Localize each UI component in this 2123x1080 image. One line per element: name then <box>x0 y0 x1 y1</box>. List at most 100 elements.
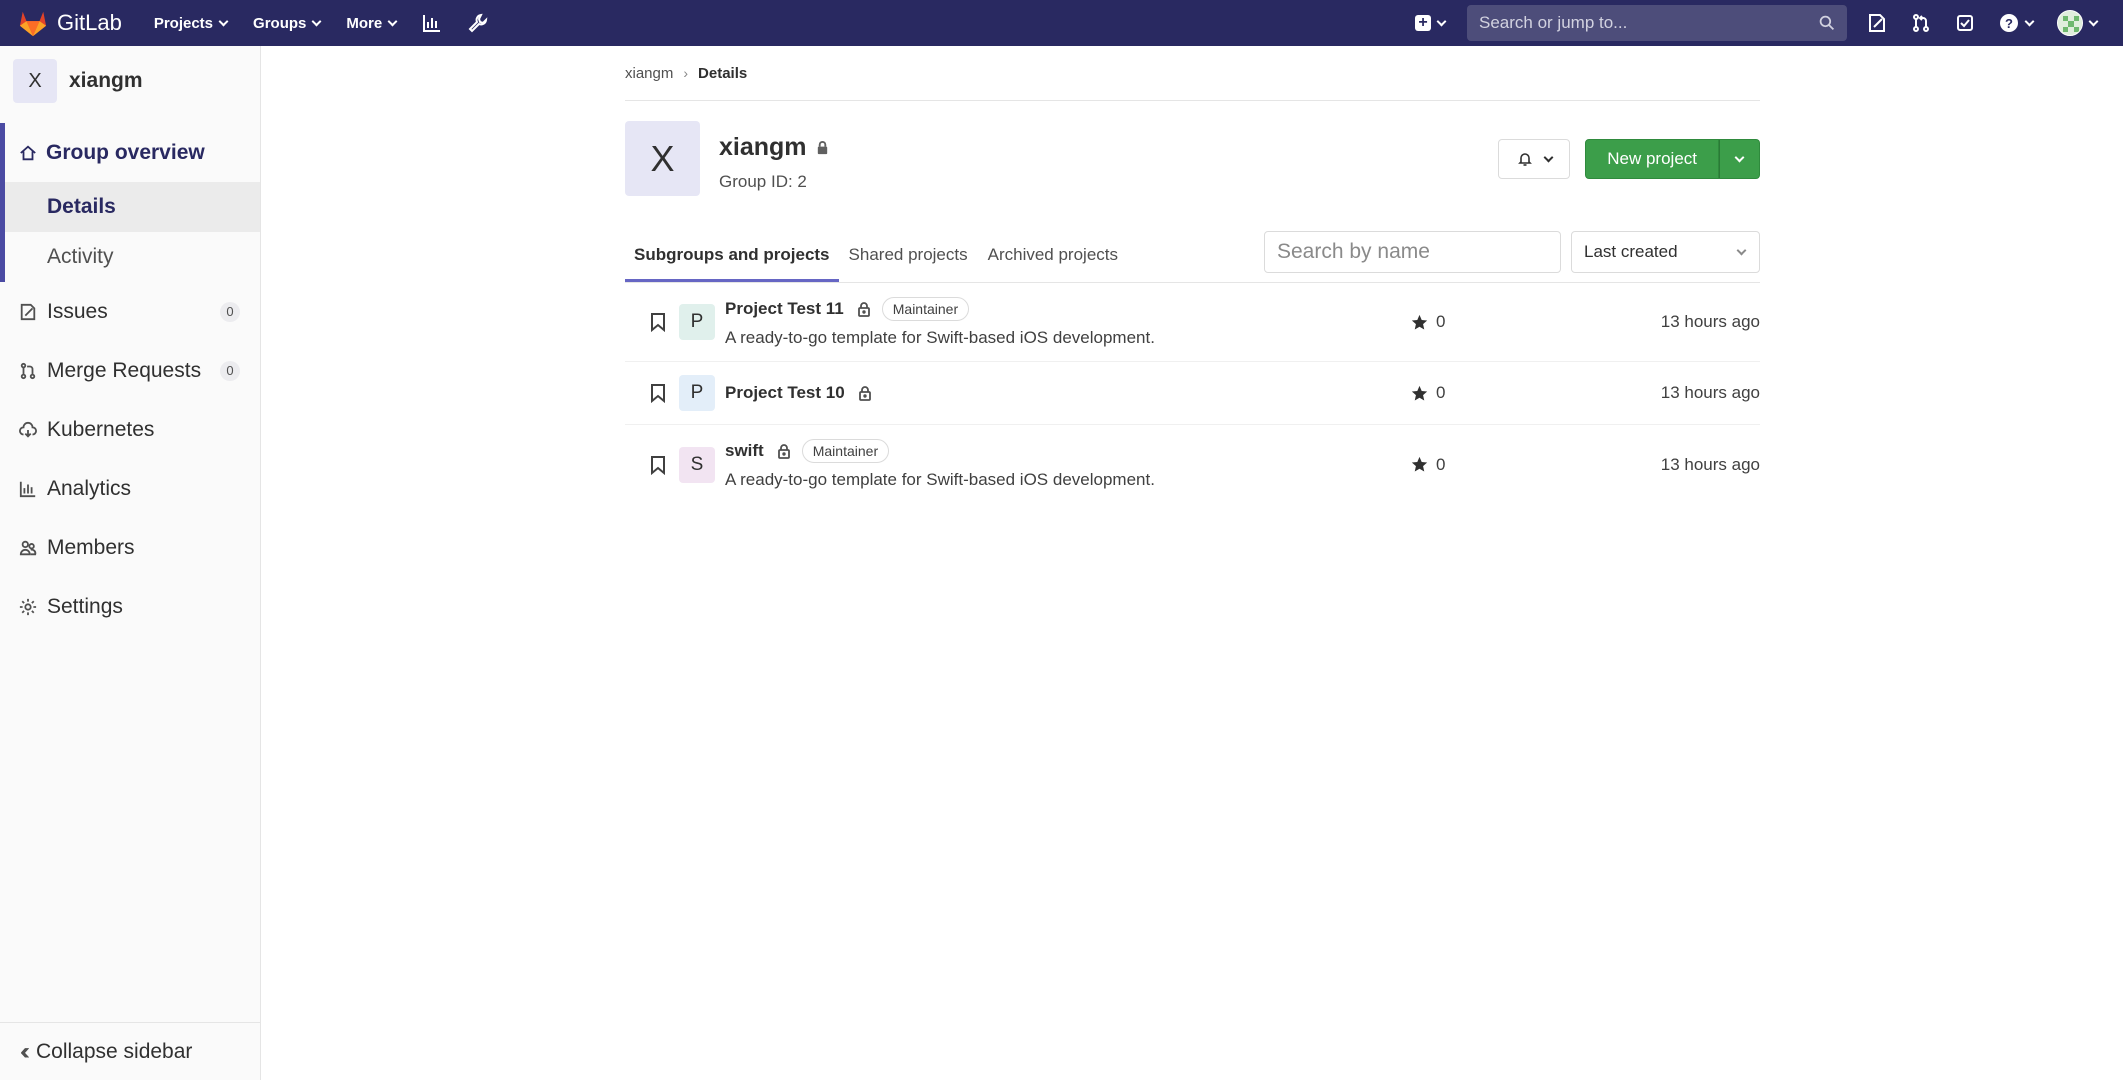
todo-icon[interactable] <box>1955 13 1975 33</box>
chevron-down-icon <box>218 16 229 26</box>
chevron-down-icon <box>1436 16 1447 26</box>
chevron-down-icon <box>2024 16 2035 26</box>
nav-groups-dropdown[interactable]: Groups <box>253 14 322 32</box>
group-name-text: xiangm <box>719 133 807 161</box>
project-name-link[interactable]: Project Test 11 <box>725 299 844 319</box>
nav-more-label: More <box>346 14 383 32</box>
top-navbar: GitLab Projects Groups More + ? <box>0 0 2123 46</box>
sidebar-item-label: Settings <box>47 594 123 618</box>
project-row[interactable]: S swift Maintainer A ready-to-go templat… <box>625 425 1760 504</box>
sidebar-item-label: Members <box>47 535 135 559</box>
chevron-right-icon: › <box>683 65 689 81</box>
help-dropdown[interactable]: ? <box>1999 13 2035 33</box>
sidebar-group-title: xiangm <box>69 68 143 92</box>
sidebar-item-label: Merge Requests <box>47 358 202 382</box>
svg-text:?: ? <box>2005 16 2013 31</box>
new-project-split-button: New project <box>1585 139 1760 179</box>
cloud-gear-icon <box>19 421 37 438</box>
tab-shared-projects[interactable]: Shared projects <box>839 245 978 282</box>
nav-more-dropdown[interactable]: More <box>346 14 398 32</box>
global-search[interactable] <box>1467 5 1847 41</box>
project-name-link[interactable]: Project Test 10 <box>725 383 845 403</box>
merge-request-icon[interactable] <box>1911 13 1931 33</box>
group-header: X xiangm Group ID: 2 New project <box>625 101 1760 216</box>
updated-time: 13 hours ago <box>1660 454 1760 474</box>
activity-chart-icon[interactable] <box>422 13 442 33</box>
sidebar-item-kubernetes[interactable]: Kubernetes <box>0 400 260 459</box>
issues-icon <box>20 303 36 320</box>
sidebar-item-merge-requests[interactable]: Merge Requests 0 <box>0 341 260 400</box>
sidebar: X xiangm Group overview Details Activity… <box>0 46 261 1080</box>
bookmark-icon[interactable] <box>650 383 666 403</box>
project-avatar[interactable]: P <box>679 304 715 340</box>
bookmark-icon[interactable] <box>650 455 666 475</box>
sidebar-context-header[interactable]: X xiangm <box>0 46 260 115</box>
lock-icon <box>858 386 871 401</box>
tab-archived-projects[interactable]: Archived projects <box>978 245 1128 282</box>
main-content: xiangm › Details X xiangm Group ID: 2 Ne… <box>625 46 1760 504</box>
gitlab-logo[interactable]: GitLab <box>18 9 122 37</box>
chevron-down-icon <box>2088 16 2099 26</box>
breadcrumb-current[interactable]: Details <box>698 65 747 82</box>
group-id: Group ID: 2 <box>719 172 807 191</box>
new-item-dropdown[interactable]: + <box>1415 15 1447 31</box>
lock-icon <box>817 141 827 155</box>
merge-requests-count-badge: 0 <box>220 360 240 381</box>
star-count: 0 <box>1411 312 1445 332</box>
settings-icon <box>19 598 37 615</box>
admin-wrench-icon[interactable] <box>468 13 488 33</box>
updated-time: 13 hours ago <box>1660 383 1760 402</box>
project-description: A ready-to-go template for Swift-based i… <box>725 327 1155 347</box>
chevron-down-icon <box>1736 245 1747 256</box>
gitlab-fox-icon <box>19 11 47 37</box>
collapse-sidebar-button[interactable]: ‹‹ Collapse sidebar <box>0 1022 260 1080</box>
project-tabs: Subgroups and projects Shared projects A… <box>625 231 1760 283</box>
brand-name: GitLab <box>57 10 122 35</box>
sidebar-item-group-overview[interactable]: Group overview <box>5 123 260 182</box>
search-icon <box>1819 15 1835 31</box>
group-title: xiangm <box>719 133 830 162</box>
sidebar-item-activity[interactable]: Activity <box>5 232 260 282</box>
lock-icon <box>777 444 790 459</box>
star-icon <box>1411 385 1428 401</box>
notification-settings-dropdown[interactable] <box>1498 139 1571 179</box>
lock-icon <box>857 301 870 317</box>
plus-square-icon: + <box>1415 15 1431 31</box>
new-project-dropdown-toggle[interactable] <box>1719 139 1760 179</box>
group-avatar: X <box>625 121 700 196</box>
nav-projects-dropdown[interactable]: Projects <box>154 15 229 32</box>
project-avatar[interactable]: S <box>679 446 715 483</box>
project-row[interactable]: P Project Test 11 Maintainer A ready-to-… <box>625 283 1760 362</box>
sidebar-item-members[interactable]: Members <box>0 518 260 577</box>
group-avatar-small: X <box>13 58 57 103</box>
sidebar-item-label: Kubernetes <box>47 417 155 441</box>
project-name-link[interactable]: swift <box>725 441 764 461</box>
search-by-name-input[interactable] <box>1264 231 1561 273</box>
nav-groups-label: Groups <box>253 14 307 32</box>
star-icon <box>1411 314 1428 330</box>
bookmark-icon[interactable] <box>650 312 666 332</box>
sidebar-item-issues[interactable]: Issues 0 <box>0 282 260 341</box>
issues-icon[interactable] <box>1867 13 1887 33</box>
sidebar-item-details[interactable]: Details <box>5 182 260 232</box>
star-icon <box>1411 456 1428 472</box>
user-menu-dropdown[interactable] <box>2057 10 2099 36</box>
new-project-button[interactable]: New project <box>1585 139 1719 179</box>
sort-dropdown[interactable]: Last created <box>1571 231 1760 273</box>
sort-selected-label: Last created <box>1584 242 1678 261</box>
sidebar-item-settings[interactable]: Settings <box>0 577 260 636</box>
star-count: 0 <box>1411 455 1445 475</box>
project-avatar[interactable]: P <box>679 375 715 411</box>
tab-subgroups-and-projects[interactable]: Subgroups and projects <box>625 245 839 282</box>
global-search-input[interactable] <box>1479 13 1819 33</box>
double-chevron-left-icon: ‹‹ <box>20 1037 30 1065</box>
sidebar-item-analytics[interactable]: Analytics <box>0 459 260 518</box>
star-count-value: 0 <box>1436 454 1446 474</box>
chevron-down-icon <box>387 16 398 26</box>
project-row[interactable]: P Project Test 10 0 13 hours ago <box>625 362 1760 425</box>
breadcrumb-group-link[interactable]: xiangm <box>625 65 673 82</box>
chevron-down-icon <box>1734 152 1745 162</box>
breadcrumb: xiangm › Details <box>625 46 1760 101</box>
users-icon <box>19 540 37 555</box>
bell-icon <box>1517 153 1532 166</box>
